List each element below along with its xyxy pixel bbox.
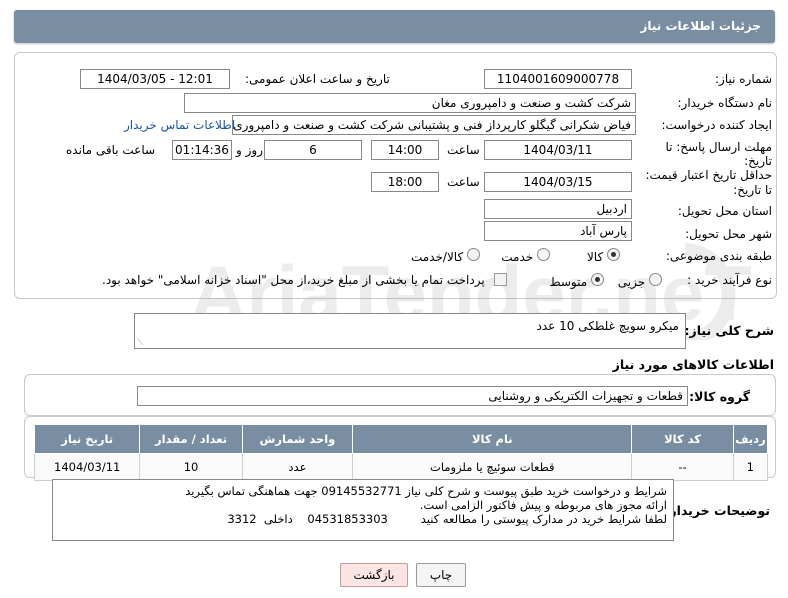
col-header-unit: واحد شمارش: [241, 424, 354, 454]
deadline-label: مهلت ارسال پاسخ: تا: [665, 140, 772, 154]
category-option-goods[interactable]: کالا: [587, 248, 620, 264]
announce-field: 1404/03/05 - 12:01: [80, 69, 230, 89]
goods-group-label: گروه کالا:: [689, 389, 750, 404]
city-field: پارس آباد: [484, 221, 632, 241]
validity-time-field: 18:00: [371, 172, 439, 192]
buyer-notes-line-1: شرایط و درخواست خرید طبق پیوست و شرح کلی…: [185, 484, 667, 498]
description-textarea[interactable]: میکرو سویچ غلطکی 10 عدد ⟋: [134, 313, 686, 349]
category-both-radio[interactable]: [467, 248, 480, 261]
process-option-minor[interactable]: جزیی: [618, 273, 662, 289]
page-title: جزئیات اطلاعات نیاز: [640, 19, 761, 33]
remaining-label: ساعت باقی مانده: [66, 143, 156, 157]
table-row: 1 -- قطعات سوئیچ یا ملزومات عدد 10 1404/…: [33, 453, 769, 481]
cell-row-number: 1: [732, 453, 769, 481]
validity-label-2: تا تاریخ:: [733, 183, 772, 197]
province-field: اردبیل: [484, 199, 632, 219]
cell-code: --: [631, 453, 734, 481]
buyer-org-field: شرکت کشت و صنعت و دامپروری مغان: [184, 93, 636, 113]
category-option-service[interactable]: خدمت: [501, 248, 550, 264]
items-table-header: ردیف کد کالا نام کالا واحد شمارش تعداد /…: [33, 424, 769, 454]
creator-label: ایجاد کننده درخواست:: [661, 118, 772, 132]
process-minor-radio[interactable]: [649, 273, 662, 286]
validity-time-label: ساعت: [447, 175, 480, 189]
treasury-payment-note: پرداخت تمام یا بخشی از مبلغ خرید،از محل …: [102, 273, 485, 287]
category-service-radio[interactable]: [537, 248, 550, 261]
remaining-time-field: 01:14:36: [172, 140, 232, 160]
need-number-label: شماره نیاز:: [715, 72, 772, 86]
deadline-label-2: تاریخ:: [744, 154, 772, 168]
deadline-time-field: 14:00: [371, 140, 439, 160]
creator-field: فیاض شکرانی گیگلو کارپرداز فنی و پشتیبان…: [232, 115, 636, 135]
goods-section-title: اطلاعات کالاهای مورد نیاز: [612, 357, 774, 372]
announce-label: تاریخ و ساعت اعلان عمومی:: [245, 72, 390, 86]
days-label: روز و: [236, 143, 263, 157]
col-header-row: ردیف: [732, 424, 769, 454]
category-option-both[interactable]: کالا/خدمت: [411, 248, 480, 264]
process-medium-radio[interactable]: [591, 273, 604, 286]
buyer-notes-textarea[interactable]: شرایط و درخواست خرید طبق پیوست و شرح کلی…: [52, 479, 674, 541]
goods-group-field: قطعات و تجهیزات الکتریکی و روشنایی: [137, 386, 688, 406]
validity-label: حداقل تاریخ اعتبار قیمت:: [645, 168, 772, 182]
page-header: جزئیات اطلاعات نیاز: [14, 10, 775, 43]
items-table: ردیف کد کالا نام کالا واحد شمارش تعداد /…: [33, 424, 769, 481]
resize-handle-icon[interactable]: ⟋: [137, 338, 143, 348]
cell-qty: 10: [139, 453, 243, 481]
buyer-notes-text: شرایط و درخواست خرید طبق پیوست و شرح کلی…: [185, 484, 667, 526]
description-label: شرح کلی نیاز:: [684, 323, 774, 338]
col-header-code: کد کالا: [631, 424, 734, 454]
description-text: میکرو سویچ غلطکی 10 عدد: [536, 319, 679, 333]
print-button[interactable]: چاپ: [416, 563, 466, 587]
validity-date-field: 1404/03/15: [484, 172, 632, 192]
buyer-notes-line-3: لطفا شرایط خرید در مدارک پیوستی را مطالع…: [227, 512, 667, 526]
buyer-contact-link[interactable]: اطلاعات تماس خریدار: [124, 118, 235, 132]
col-header-date: تاریخ نیاز: [33, 424, 141, 454]
buyer-notes-label: توضیحات خریدار:: [664, 503, 770, 518]
buyer-notes-line-2: ارائه مجوز های مربوطه و پیش فاکتور الزام…: [419, 498, 667, 512]
deadline-date-field: 1404/03/11: [484, 140, 632, 160]
province-label: استان محل تحویل:: [677, 204, 772, 218]
process-option-medium[interactable]: متوسط: [549, 273, 604, 289]
col-header-qty: تعداد / مقدار: [139, 424, 243, 454]
cell-unit: عدد: [241, 453, 354, 481]
days-remaining-field: 6: [264, 140, 362, 160]
cell-name: قطعات سوئیچ یا ملزومات: [352, 453, 633, 481]
city-label: شهر محل تحویل:: [685, 227, 772, 241]
deadline-time-label: ساعت: [447, 143, 480, 157]
cell-date: 1404/03/11: [33, 453, 141, 481]
buyer-org-label: نام دستگاه خریدار:: [677, 96, 773, 110]
back-button[interactable]: بازگشت: [340, 563, 408, 587]
treasury-payment-checkbox[interactable]: [494, 273, 507, 286]
category-goods-radio[interactable]: [607, 248, 620, 261]
category-label: طبقه بندی موضوعی:: [665, 249, 772, 263]
process-label: نوع فرآیند خرید :: [687, 273, 772, 287]
need-number-field: 1104001609000778: [484, 69, 632, 89]
col-header-name: نام کالا: [352, 424, 633, 454]
